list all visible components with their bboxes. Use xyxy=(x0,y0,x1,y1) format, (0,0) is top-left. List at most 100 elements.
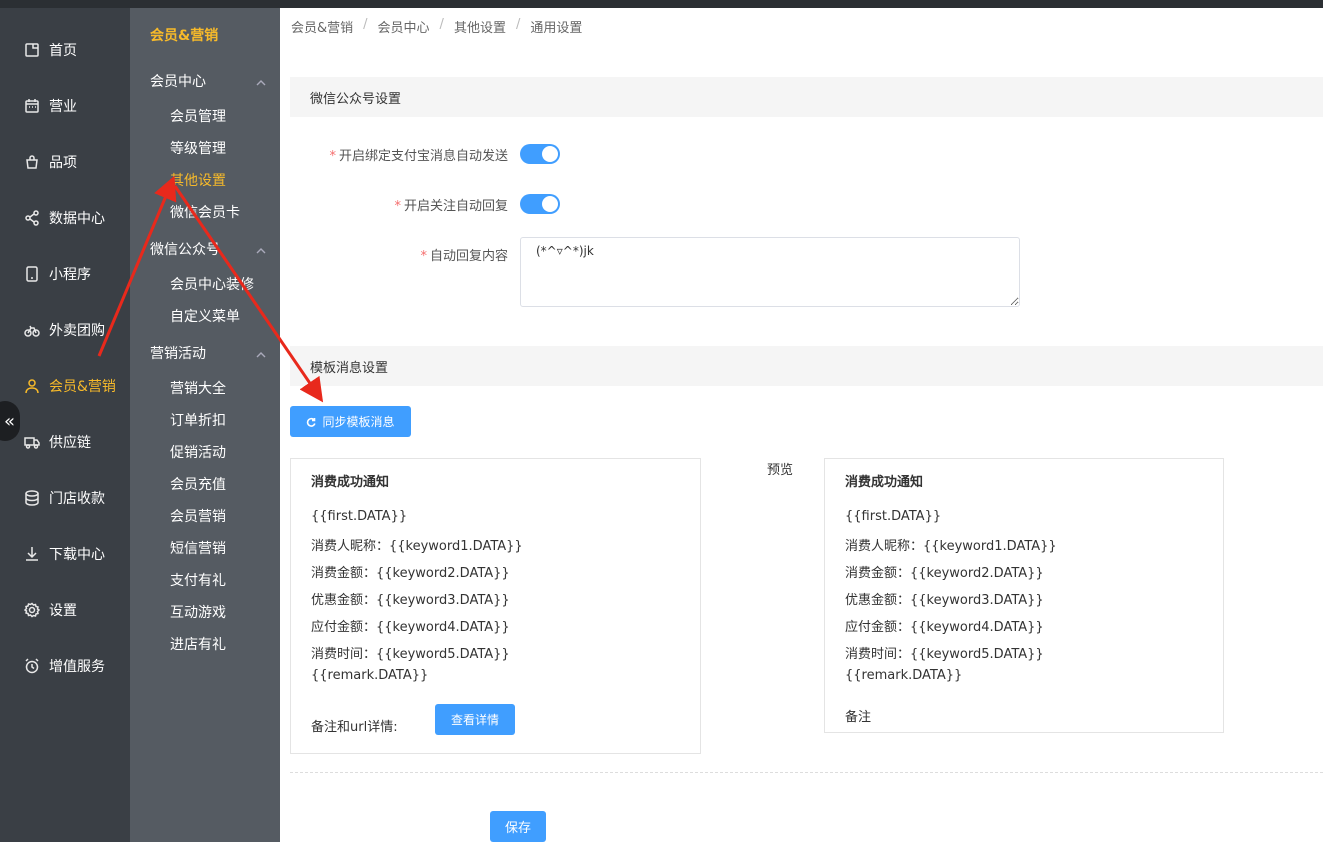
nav-item-label: 增值服务 xyxy=(49,659,105,675)
breadcrumb-item[interactable]: 会员中心 xyxy=(378,17,430,36)
secondary-sidebar: 会员&营销 会员中心 会员管理 等级管理 其他设置 微信会员卡 微信公众号 会员… xyxy=(130,0,280,842)
breadcrumb-separator: / xyxy=(515,17,521,32)
template-line: {{remark.DATA}} xyxy=(311,668,429,683)
save-button[interactable]: 保存 xyxy=(490,811,546,842)
auto-reply-textarea[interactable]: (*^▿^*)jk xyxy=(520,237,1020,307)
secondary-sidebar-title: 会员&营销 xyxy=(150,28,219,44)
nav-item-home[interactable]: 首页 xyxy=(0,30,130,70)
template-card-title: 消费成功通知 xyxy=(311,475,390,490)
menu-group-label: 会员中心 xyxy=(150,74,206,90)
bicycle-icon xyxy=(24,322,40,338)
alipay-auto-send-label: * 开启绑定支付宝消息自动发送 xyxy=(329,149,508,164)
chevron-up-icon xyxy=(256,76,266,86)
nav-item-label: 品项 xyxy=(49,155,77,171)
nav-item-label: 外卖团购 xyxy=(49,323,105,339)
menu-group-wechat-official[interactable]: 微信公众号 xyxy=(150,239,266,259)
section-title: 模板消息设置 xyxy=(310,360,389,376)
nav-item-label: 营业 xyxy=(49,99,77,115)
nav-item-value-added[interactable]: 增值服务 xyxy=(0,646,130,686)
required-mark: * xyxy=(420,249,427,264)
nav-item-data-center[interactable]: 数据中心 xyxy=(0,198,130,238)
nav-item-store-payment[interactable]: 门店收款 xyxy=(0,478,130,518)
gear-icon xyxy=(24,602,40,618)
nav-item-label: 数据中心 xyxy=(49,211,105,227)
preview-line: 消费时间：{{keyword5.DATA}} xyxy=(845,647,1044,662)
follow-auto-reply-switch[interactable] xyxy=(520,194,560,214)
preview-label: 预览 xyxy=(767,463,794,478)
menu-item-member-center-decor[interactable]: 会员中心装修 xyxy=(170,274,254,294)
follow-auto-reply-label: * 开启关注自动回复 xyxy=(394,199,508,214)
template-line: 应付金额：{{keyword4.DATA}} xyxy=(311,620,510,635)
home-icon xyxy=(24,42,40,58)
menu-item-marketing-all[interactable]: 营销大全 xyxy=(170,378,226,398)
nav-item-mini-program[interactable]: 小程序 xyxy=(0,254,130,294)
template-line: 消费人昵称：{{keyword1.DATA}} xyxy=(311,539,523,554)
menu-item-interactive-game[interactable]: 互动游戏 xyxy=(170,602,226,622)
view-detail-button[interactable]: 查看详情 xyxy=(435,704,515,735)
menu-group-member-center[interactable]: 会员中心 xyxy=(150,71,266,91)
menu-item-sms-marketing[interactable]: 短信营销 xyxy=(170,538,226,558)
wechat-settings-header: 微信公众号设置 xyxy=(290,77,1323,117)
section-title: 微信公众号设置 xyxy=(310,91,402,107)
chevron-up-icon xyxy=(256,244,266,254)
preview-line: 消费金额：{{keyword2.DATA}} xyxy=(845,566,1044,581)
auto-reply-content-label: * 自动回复内容 xyxy=(420,249,508,264)
sidebar-collapse-button[interactable]: « xyxy=(0,401,20,441)
section-divider xyxy=(290,772,1323,773)
sync-template-button[interactable]: 同步模板消息 xyxy=(290,406,411,437)
preview-line: 应付金额：{{keyword4.DATA}} xyxy=(845,620,1044,635)
nav-item-label: 下载中心 xyxy=(49,547,105,563)
nav-item-download-center[interactable]: 下载中心 xyxy=(0,534,130,574)
nav-item-takeout[interactable]: 外卖团购 xyxy=(0,310,130,350)
preview-card-title: 消费成功通知 xyxy=(845,475,924,490)
breadcrumb-item-current: 通用设置 xyxy=(530,21,583,36)
nav-item-label: 小程序 xyxy=(49,267,91,283)
menu-group-label: 微信公众号 xyxy=(150,242,220,258)
preview-line: {{remark.DATA}} xyxy=(845,668,963,683)
menu-item-member-management[interactable]: 会员管理 xyxy=(170,106,226,126)
primary-sidebar: 首页 营业 品项 数据中心 小程序 外卖团购 会员&营销 供应链 门店收款 下载… xyxy=(0,0,130,842)
main-content: 会员&营销 / 会员中心 / 其他设置 / 通用设置 微信公众号设置 * 开启绑定… xyxy=(280,0,1323,842)
template-line: 消费时间：{{keyword5.DATA}} xyxy=(311,647,510,662)
nav-item-member-marketing[interactable]: 会员&营销 xyxy=(0,366,130,406)
template-settings-header: 模板消息设置 xyxy=(290,346,1323,386)
bag-icon xyxy=(24,154,40,170)
breadcrumb-separator: / xyxy=(363,17,368,32)
menu-item-custom-menu[interactable]: 自定义菜单 xyxy=(170,306,240,326)
nav-item-business[interactable]: 营业 xyxy=(0,86,130,126)
menu-item-order-discount[interactable]: 订单折扣 xyxy=(170,410,226,430)
preview-line: 优惠金额：{{keyword3.DATA}} xyxy=(845,593,1044,608)
menu-item-visit-gift[interactable]: 进店有礼 xyxy=(170,634,226,654)
preview-remark: 备注 xyxy=(845,710,872,725)
menu-item-payment-gift[interactable]: 支付有礼 xyxy=(170,570,226,590)
nav-item-label: 设置 xyxy=(49,603,77,619)
download-icon xyxy=(24,546,40,562)
menu-item-member-recharge[interactable]: 会员充值 xyxy=(170,474,226,494)
template-line: {{first.DATA}} xyxy=(311,509,408,524)
menu-item-wechat-member-card[interactable]: 微信会员卡 xyxy=(170,202,240,222)
breadcrumb-item[interactable]: 会员&营销 xyxy=(291,17,353,36)
preview-card: 消费成功通知 {{first.DATA}} 消费人昵称：{{keyword1.D… xyxy=(824,458,1224,733)
share-icon xyxy=(24,210,40,226)
menu-item-level-management[interactable]: 等级管理 xyxy=(170,138,226,158)
breadcrumb-item[interactable]: 其他设置 xyxy=(454,17,506,36)
nav-item-label: 会员&营销 xyxy=(49,379,116,395)
nav-item-label: 门店收款 xyxy=(49,491,105,507)
nav-item-products[interactable]: 品项 xyxy=(0,142,130,182)
menu-group-label: 营销活动 xyxy=(150,346,206,362)
template-line: 消费金额：{{keyword2.DATA}} xyxy=(311,566,510,581)
menu-item-member-marketing[interactable]: 会员营销 xyxy=(170,506,226,526)
menu-item-other-settings[interactable]: 其他设置 xyxy=(170,170,226,190)
nav-item-label: 首页 xyxy=(49,43,77,59)
nav-item-label: 供应链 xyxy=(49,435,91,451)
truck-icon xyxy=(24,434,40,450)
menu-item-promotion[interactable]: 促销活动 xyxy=(170,442,226,462)
nav-item-settings[interactable]: 设置 xyxy=(0,590,130,630)
alipay-auto-send-switch[interactable] xyxy=(520,144,560,164)
menu-group-marketing[interactable]: 营销活动 xyxy=(150,343,266,363)
breadcrumb: 会员&营销 / 会员中心 / 其他设置 / 通用设置 xyxy=(291,17,582,36)
template-card: 消费成功通知 {{first.DATA}} 消费人昵称：{{keyword1.D… xyxy=(290,458,701,754)
database-icon xyxy=(24,490,40,506)
breadcrumb-separator: / xyxy=(439,17,444,32)
required-mark: * xyxy=(329,149,336,164)
